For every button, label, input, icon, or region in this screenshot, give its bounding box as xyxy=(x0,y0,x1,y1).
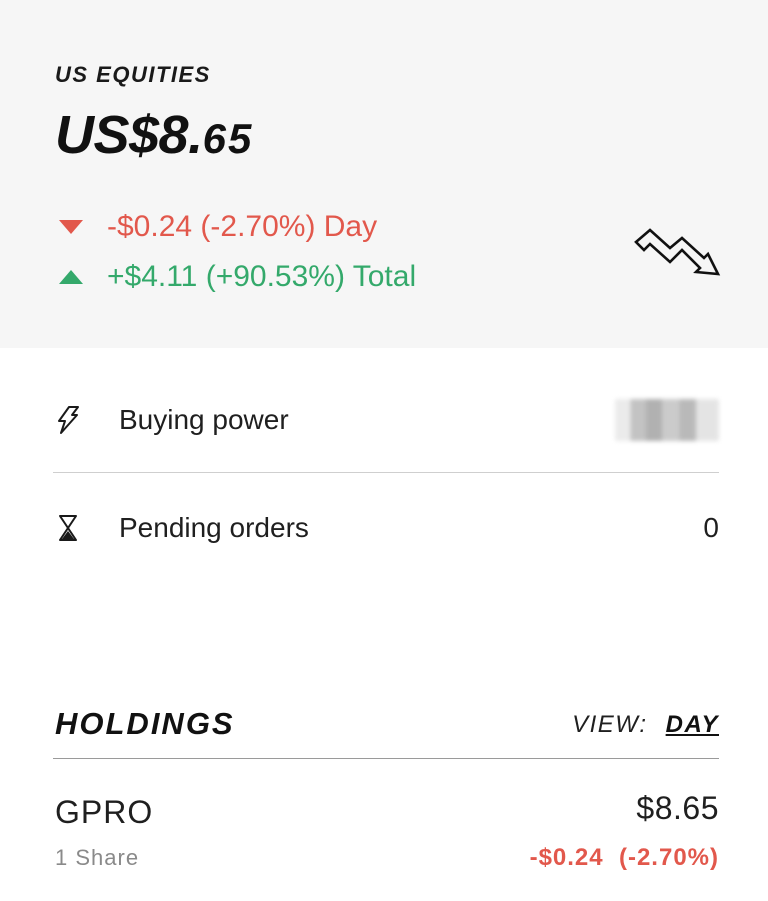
buying-power-row[interactable]: Buying power xyxy=(55,399,719,441)
day-change-text: -$0.24 (-2.70%) Day xyxy=(107,210,378,243)
total-change-row: +$4.11 (+90.53%) Total xyxy=(55,260,416,294)
holdings-divider xyxy=(53,758,719,759)
triangle-down-icon xyxy=(59,220,83,234)
day-change-row: -$0.24 (-2.70%) Day xyxy=(55,210,377,244)
total-change-text: +$4.11 (+90.53%) Total xyxy=(107,260,417,293)
buying-power-label: Buying power xyxy=(119,404,289,435)
holding-shares: 1 Share xyxy=(55,845,140,870)
buying-power-value-redacted xyxy=(615,399,719,441)
lightning-icon xyxy=(58,406,79,434)
holdings-title: HOLDINGS xyxy=(55,706,235,741)
holding-ticker: GPRO xyxy=(55,794,154,830)
holding-day-change: -$0.24 (-2.70%) xyxy=(529,844,719,871)
hourglass-icon xyxy=(59,515,77,541)
account-summary-panel: US EQUITIES US$8.65 -$0.24 (-2.70%) Day … xyxy=(0,0,768,348)
total-value-main: US$8. xyxy=(55,105,203,165)
view-mode-toggle[interactable]: DAY xyxy=(666,711,719,739)
view-label: VIEW: xyxy=(572,711,648,738)
trend-down-icon xyxy=(634,228,721,276)
pending-orders-count: 0 xyxy=(703,512,719,543)
section-label: US EQUITIES xyxy=(55,62,211,87)
divider xyxy=(53,472,719,473)
triangle-up-icon xyxy=(59,270,83,284)
pending-orders-row[interactable]: Pending orders 0 xyxy=(55,508,719,548)
total-value-cents: 65 xyxy=(202,115,254,162)
holding-price: $8.65 xyxy=(636,790,719,826)
portfolio-total-value: US$8.65 xyxy=(55,104,253,166)
holdings-view-selector: VIEW: DAY xyxy=(572,711,719,739)
pending-orders-label: Pending orders xyxy=(119,512,309,543)
